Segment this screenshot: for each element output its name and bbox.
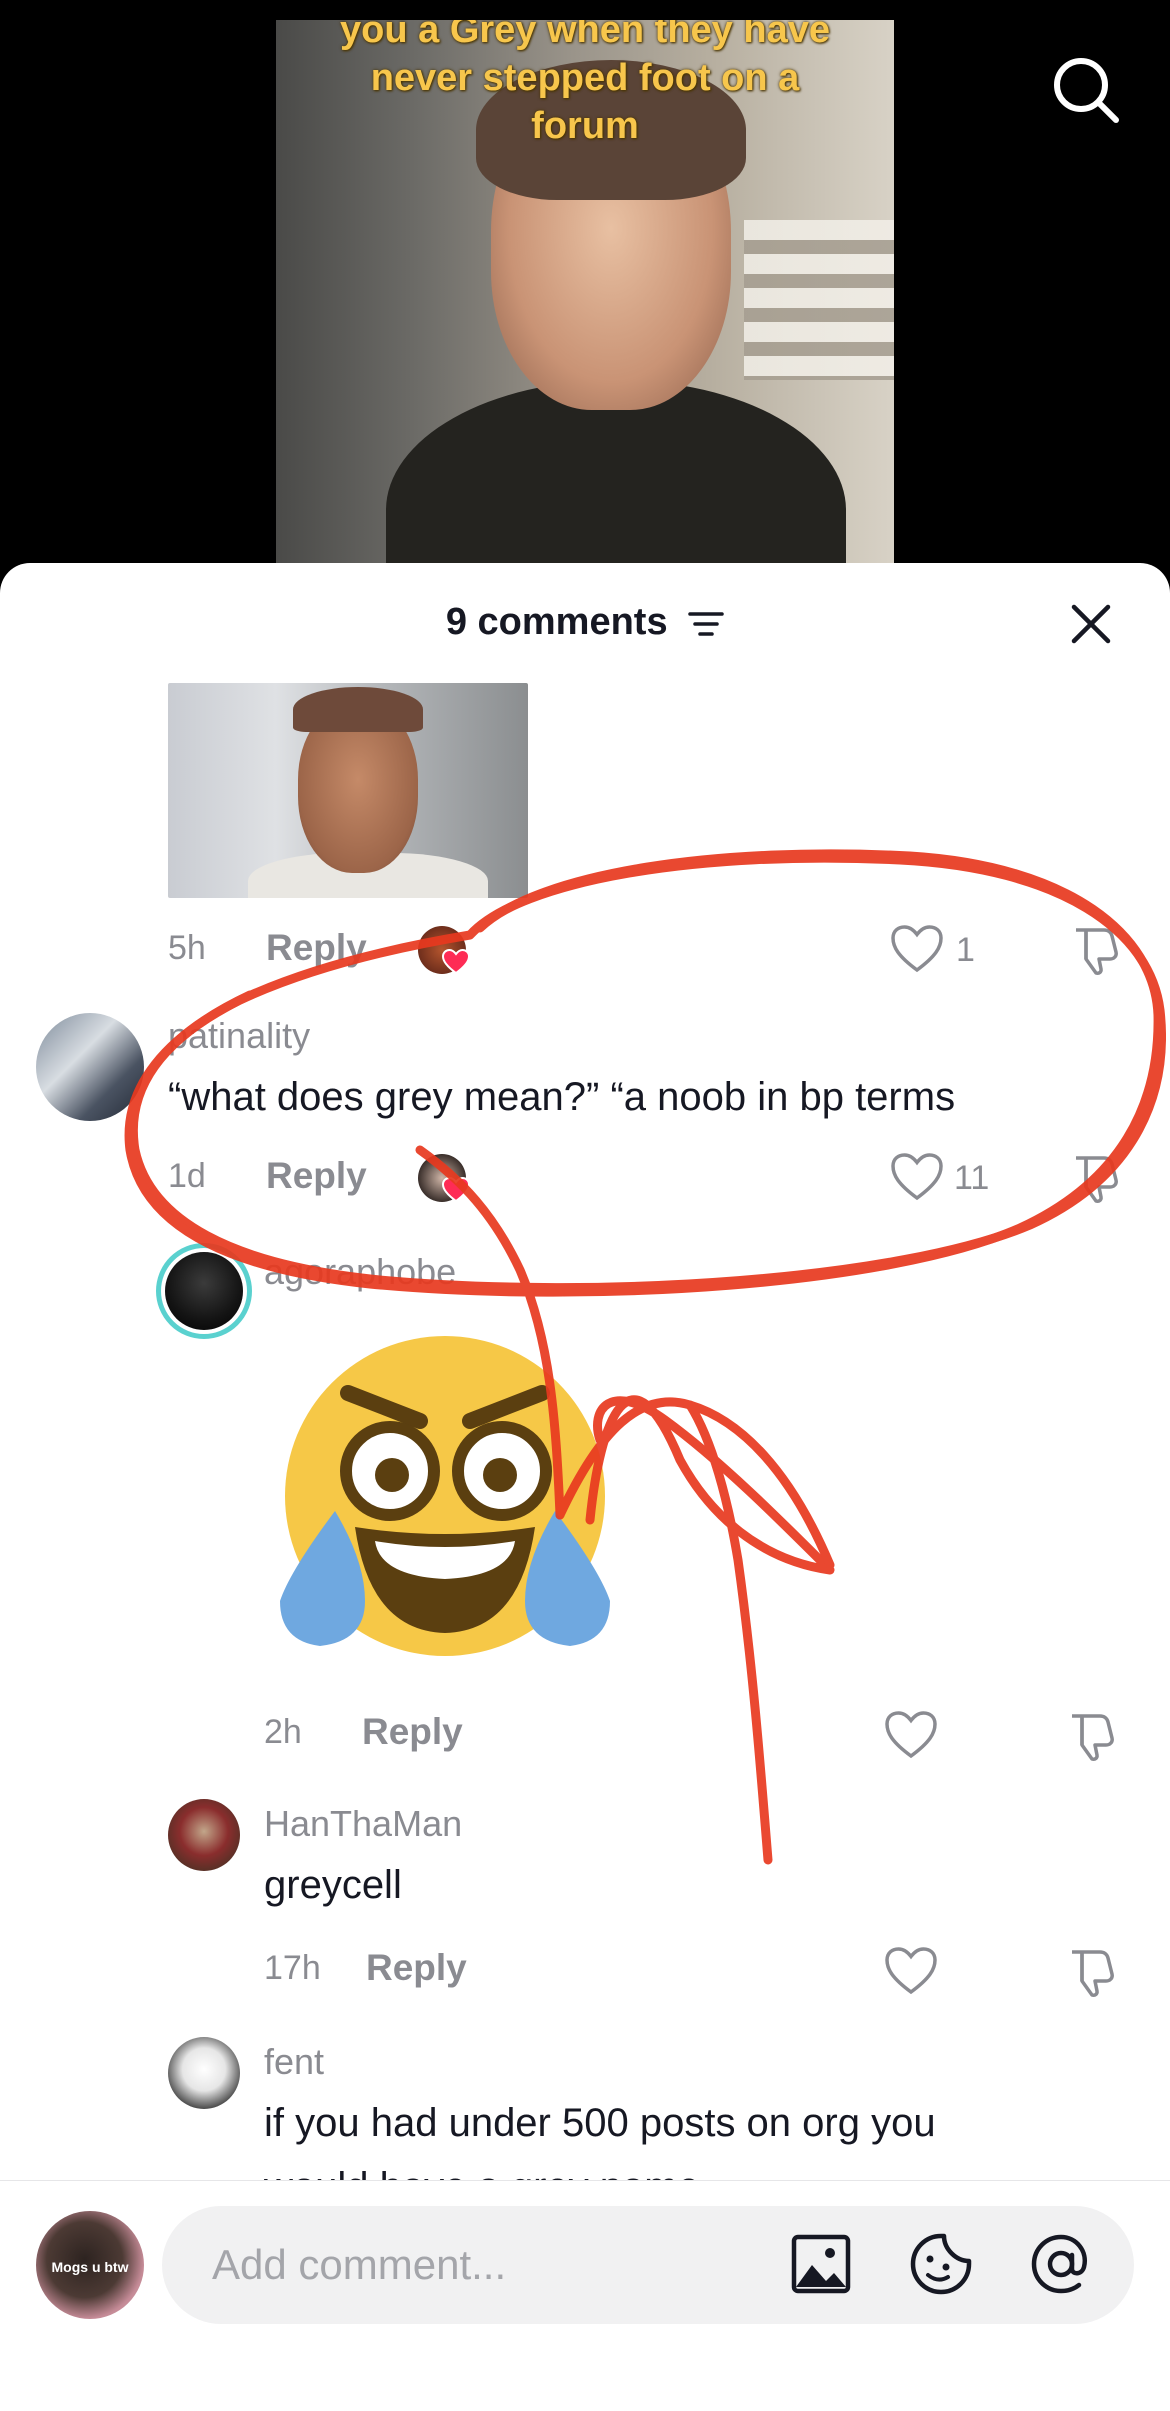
like-count: 11 — [954, 1159, 990, 1197]
video-frame[interactable]: you a Grey when they have never stepped … — [276, 20, 894, 582]
caption-line-1: you a Grey when they have — [340, 20, 830, 51]
caption-line-2: never stepped foot on a — [370, 57, 800, 99]
sort-icon[interactable] — [688, 609, 724, 639]
video-background-blinds — [744, 220, 894, 380]
comment-attached-photo[interactable] — [168, 683, 528, 898]
comment-timestamp: 5h — [168, 929, 206, 967]
like-count: 1 — [956, 931, 975, 969]
reply-button[interactable]: Reply — [266, 1155, 367, 1197]
comment-timestamp: 1d — [168, 1157, 206, 1195]
comment-timestamp: 17h — [264, 1949, 321, 1987]
video-player[interactable]: you a Grey when they have never stepped … — [0, 0, 1170, 582]
comment-username[interactable]: patinality — [168, 1015, 310, 1057]
comment-composer: Mogs u btw Add comment... — [0, 2180, 1170, 2411]
dislike-icon[interactable] — [1070, 1152, 1122, 1204]
search-icon[interactable] — [1050, 54, 1122, 126]
like-heart-icon[interactable] — [884, 1946, 938, 1996]
my-avatar[interactable]: Mogs u btw — [36, 2211, 144, 2319]
video-person-body — [386, 380, 846, 582]
commenter-avatar[interactable] — [168, 2037, 240, 2109]
comment-username[interactable]: HanThaMan — [264, 1803, 462, 1845]
comment-text: greycell — [264, 1863, 402, 1907]
avatar-overlay-text: Mogs u btw — [51, 2259, 129, 2275]
mention-icon[interactable] — [1028, 2231, 1094, 2297]
reply-button[interactable]: Reply — [266, 927, 367, 969]
comments-count: 9 comments — [445, 601, 668, 643]
close-icon[interactable] — [1066, 599, 1116, 649]
comments-header: 9 comments — [0, 563, 1170, 683]
comment-username[interactable]: agoraphobe — [264, 1251, 456, 1293]
comment-text: “what does grey mean?” “a noob in bp ter… — [168, 1075, 956, 1119]
comments-title[interactable]: 9 comments — [0, 601, 1170, 644]
commenter-avatar[interactable] — [36, 1013, 144, 1121]
comment-input-placeholder[interactable]: Add comment... — [212, 2241, 506, 2289]
image-icon[interactable] — [788, 2231, 854, 2297]
caption-line-3: forum — [531, 105, 639, 147]
commenter-avatar — [165, 1252, 243, 1330]
dislike-icon[interactable] — [1070, 924, 1122, 976]
heart-badge-icon — [442, 949, 470, 975]
photo-person-cap — [293, 687, 423, 732]
laughing-crying-emoji-sticker[interactable] — [280, 1331, 610, 1661]
like-heart-icon[interactable] — [884, 1710, 938, 1760]
comment-timestamp: 2h — [264, 1713, 302, 1751]
commenter-avatar[interactable] — [168, 1799, 240, 1871]
commenter-avatar-story-ring[interactable] — [156, 1243, 252, 1339]
reply-button[interactable]: Reply — [366, 1947, 467, 1989]
dislike-icon[interactable] — [1066, 1710, 1118, 1762]
like-heart-icon[interactable] — [890, 924, 944, 974]
video-caption: you a Grey when they have never stepped … — [276, 20, 894, 150]
heart-badge-icon — [442, 1177, 470, 1203]
dislike-icon[interactable] — [1066, 1946, 1118, 1998]
comments-sheet: 9 comments 5h Reply 1 patinality “what d… — [0, 563, 1170, 2411]
like-heart-icon[interactable] — [890, 1152, 944, 1202]
reply-button[interactable]: Reply — [362, 1711, 463, 1753]
comment-username[interactable]: fent — [264, 2041, 324, 2083]
sticker-emoji-icon[interactable] — [908, 2231, 974, 2297]
comment-text: if you had under 500 posts on org you — [264, 2101, 936, 2145]
